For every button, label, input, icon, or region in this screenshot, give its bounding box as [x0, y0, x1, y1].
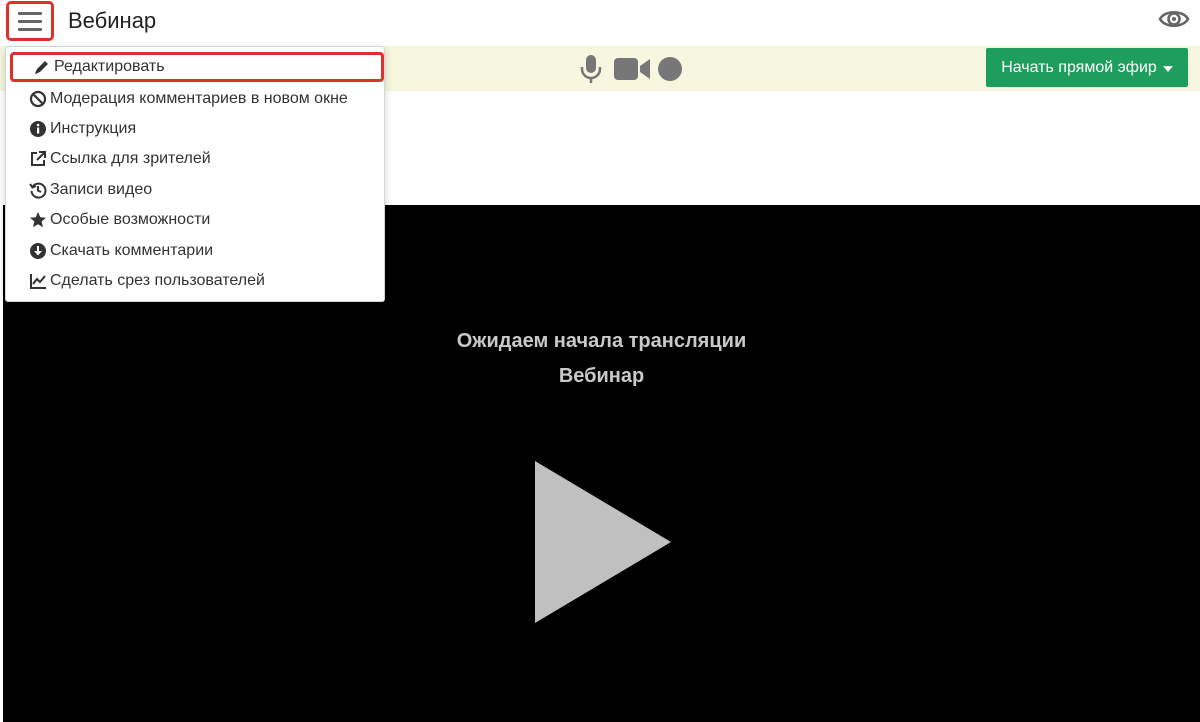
menu-item-moderation[interactable]: Модерация комментариев в новом окне [6, 84, 384, 114]
menu-item-label: Инструкция [50, 120, 137, 137]
star-icon [28, 211, 48, 229]
hamburger-icon [18, 12, 42, 15]
menu-item-special-features[interactable]: Особые возможности [6, 205, 384, 235]
menu-item-instructions[interactable]: Инструкция [6, 114, 384, 144]
eye-icon[interactable] [1158, 6, 1190, 32]
start-live-button[interactable]: Начать прямой эфир [986, 48, 1188, 87]
menu-item-download-comments[interactable]: Скачать комментарии [6, 236, 384, 266]
info-icon [28, 120, 48, 138]
menu-toggle-button[interactable] [6, 1, 54, 41]
video-camera-icon[interactable] [614, 58, 650, 80]
menu-item-label: Записи видео [50, 181, 153, 198]
ban-icon [28, 90, 48, 108]
menu-item-label: Редактировать [54, 58, 165, 75]
menu-item-label: Ссылка для зрителей [50, 150, 211, 167]
start-live-label: Начать прямой эфир [1001, 58, 1157, 76]
stream-status-text: Ожидаем начала трансляции [456, 330, 747, 352]
record-icon[interactable] [658, 57, 682, 81]
menu-item-recordings[interactable]: Записи видео [6, 175, 384, 205]
line-chart-icon [28, 272, 48, 290]
external-link-icon [28, 150, 48, 168]
download-icon [28, 242, 48, 260]
menu-item-label: Особые возможности [50, 211, 211, 228]
menu-item-edit[interactable]: Редактировать [10, 52, 384, 82]
menu-item-label: Скачать комментарии [50, 242, 214, 259]
main-dropdown-menu: Редактировать Модерация комментариев в н… [5, 46, 385, 302]
page-title: Вебинар [68, 8, 157, 33]
hamburger-icon-bar [18, 28, 42, 31]
header: Вебинар [0, 0, 1200, 44]
play-icon[interactable] [531, 461, 671, 623]
menu-item-label: Модерация комментариев в новом окне [50, 90, 348, 107]
hamburger-icon-bar [18, 20, 42, 23]
menu-item-user-snapshot[interactable]: Сделать срез пользователей [6, 266, 384, 296]
menu-item-label: Сделать срез пользователей [50, 272, 265, 289]
stream-title-text: Вебинар [558, 365, 645, 387]
history-icon [28, 181, 48, 199]
menu-item-viewer-link[interactable]: Ссылка для зрителей [6, 144, 384, 174]
pencil-icon [32, 58, 52, 76]
microphone-icon[interactable] [578, 54, 604, 84]
caret-down-icon [1162, 65, 1173, 72]
